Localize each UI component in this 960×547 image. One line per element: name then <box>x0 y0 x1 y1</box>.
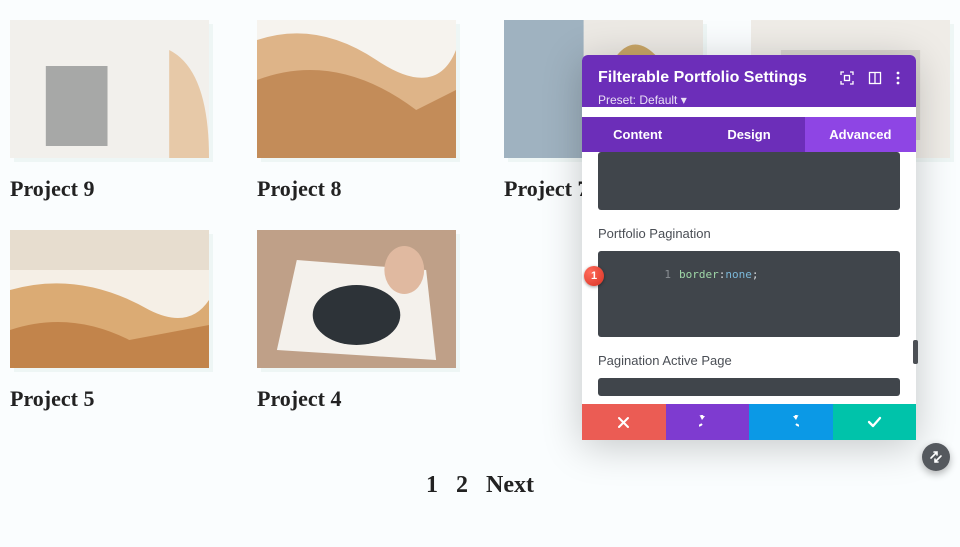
thumbnail[interactable] <box>10 230 209 368</box>
save-button[interactable] <box>833 404 917 440</box>
layout-icon[interactable] <box>868 71 882 85</box>
code-editor-pagination[interactable]: 1border:none; <box>598 251 900 337</box>
line-number: 1 <box>657 395 671 396</box>
expand-icon[interactable] <box>840 71 854 85</box>
code-editor-active[interactable]: 1 <box>598 378 900 396</box>
css-semi: ; <box>752 268 759 281</box>
section-label-pagination: Portfolio Pagination <box>598 226 900 241</box>
undo-button[interactable] <box>666 404 750 440</box>
more-icon[interactable] <box>896 71 900 85</box>
page-next[interactable]: Next <box>486 472 534 498</box>
panel-footer <box>582 404 916 440</box>
css-property: border <box>679 268 719 281</box>
page-2[interactable]: 2 <box>456 472 468 498</box>
pagination: 1 2 Next <box>0 472 960 499</box>
panel-body: Portfolio Pagination 1border:none; Pagin… <box>582 152 916 404</box>
redo-button[interactable] <box>749 404 833 440</box>
tabs: Content Design Advanced <box>582 117 916 152</box>
portfolio-item[interactable]: Project 8 <box>257 20 456 202</box>
portfolio-item[interactable]: Project 5 <box>10 230 209 412</box>
panel-header: Filterable Portfolio Settings Preset: De… <box>582 55 916 107</box>
panel-title: Filterable Portfolio Settings <box>598 69 807 87</box>
thumbnail[interactable] <box>257 230 456 368</box>
preset-label[interactable]: Preset: Default ▾ <box>598 93 900 107</box>
scrollbar-thumb[interactable] <box>913 340 918 364</box>
tab-content[interactable]: Content <box>582 117 693 152</box>
code-editor-prev[interactable] <box>598 152 900 210</box>
settings-panel: Filterable Portfolio Settings Preset: De… <box>582 55 916 440</box>
thumbnail[interactable] <box>257 20 456 158</box>
page-1[interactable]: 1 <box>426 472 438 498</box>
tab-advanced[interactable]: Advanced <box>805 117 916 152</box>
cancel-button[interactable] <box>582 404 666 440</box>
portfolio-title: Project 9 <box>10 176 209 202</box>
line-number: 1 <box>657 268 671 281</box>
resize-handle[interactable] <box>922 443 950 471</box>
css-value: none <box>725 268 752 281</box>
thumbnail[interactable] <box>10 20 209 158</box>
portfolio-title: Project 4 <box>257 386 456 412</box>
annotation-badge-1: 1 <box>584 266 604 286</box>
portfolio-item[interactable]: Project 9 <box>10 20 209 202</box>
section-label-active: Pagination Active Page <box>598 353 900 368</box>
tab-design[interactable]: Design <box>693 117 804 152</box>
portfolio-item[interactable]: Project 4 <box>257 230 456 412</box>
portfolio-title: Project 5 <box>10 386 209 412</box>
portfolio-title: Project 8 <box>257 176 456 202</box>
